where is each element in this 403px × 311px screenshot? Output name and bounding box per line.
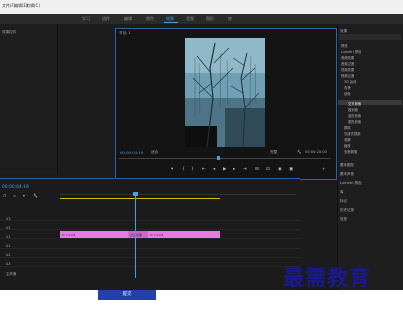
marker-icon[interactable]: ▾ xyxy=(171,167,173,172)
menu-bar: 文件(F) 编辑(E) 剪辑(C) xyxy=(0,0,403,14)
comparison-view-icon[interactable]: ▣ xyxy=(289,167,293,172)
track-a3 xyxy=(0,258,300,267)
track-label-a1[interactable]: A1 xyxy=(6,244,10,248)
track-label-v2[interactable]: V2 xyxy=(6,226,10,230)
active-tab-indicator xyxy=(164,22,178,23)
tree-item-dissolve[interactable]: 溶解 xyxy=(344,137,351,142)
quality-dropdown[interactable]: 完整 xyxy=(270,150,277,155)
video-image xyxy=(185,38,265,147)
time-ruler[interactable] xyxy=(60,188,296,195)
program-monitor-title[interactable]: 节目: 1 xyxy=(119,31,131,36)
program-playhead[interactable] xyxy=(217,156,220,160)
tree-item-circle-iris[interactable]: 圆划像 xyxy=(348,107,358,112)
tab-color[interactable]: 颜色 xyxy=(146,16,154,22)
submit-button[interactable]: 提交 xyxy=(98,290,156,300)
history-panel[interactable]: 历史记录 xyxy=(340,208,354,213)
play-icon[interactable]: ▶ xyxy=(223,167,226,172)
tree-item-video-effects[interactable]: 视频效果 xyxy=(341,67,354,72)
tree-item-immersive-video[interactable]: 沉浸式视频 xyxy=(344,131,360,136)
linked-selection-icon[interactable]: ⊂ xyxy=(13,193,16,198)
track-label-a2[interactable]: A2 xyxy=(6,253,10,257)
export-frame-icon[interactable]: ◉ xyxy=(278,167,282,172)
mark-out-icon[interactable]: } xyxy=(191,167,194,172)
tree-item-iris[interactable]: 划像 xyxy=(344,91,351,96)
tree-item-wipe[interactable]: 擦除 xyxy=(344,125,351,130)
tree-item-lumetri-presets[interactable]: Lumetri 预设 xyxy=(341,49,361,54)
transition-label: 交叉划像 xyxy=(130,233,143,237)
track-v2 xyxy=(0,221,300,230)
wrench-icon-timeline[interactable]: 🔧 xyxy=(33,193,38,198)
timeline-playhead[interactable] xyxy=(135,194,136,278)
program-scrubber[interactable] xyxy=(119,158,331,159)
program-timecode[interactable]: 00:00:04:19 xyxy=(120,150,143,155)
tab-learn[interactable]: 学习 xyxy=(82,16,90,22)
clip-label-right: fx 7.mp4 xyxy=(150,233,164,237)
tree-item-audio-transitions[interactable]: 音频过渡 xyxy=(341,61,354,66)
tree-item-box-iris[interactable]: 盒形划像 xyxy=(348,113,361,118)
essential-graphics-panel[interactable]: 基本图形 xyxy=(340,163,354,168)
timeline-timecode[interactable]: 00:00:04:19 xyxy=(2,185,29,190)
tab-audio[interactable]: 音频 xyxy=(186,16,194,22)
add-button-icon[interactable]: + xyxy=(322,167,326,172)
tree-item-zoom[interactable]: 缩放 xyxy=(344,143,351,148)
clip-label-left: fx 7.mp4 xyxy=(62,233,76,237)
mark-in-icon[interactable]: { xyxy=(182,167,185,172)
lift-icon[interactable]: ⊟ xyxy=(255,167,259,172)
tree-item-audio-effects[interactable]: 音频效果 xyxy=(341,55,354,60)
wrench-icon[interactable]: 🔧 xyxy=(297,150,301,154)
extract-icon[interactable]: ⊡ xyxy=(266,167,270,172)
track-v3 xyxy=(0,212,300,221)
watermark-text: 最需教育 xyxy=(283,265,371,290)
tab-editing[interactable]: 编辑 xyxy=(124,16,132,22)
track-label-v1[interactable]: V1 xyxy=(6,235,10,239)
video-frame xyxy=(185,38,265,147)
tree-item-diamond-iris[interactable]: 菱形划像 xyxy=(348,119,361,124)
effect-controls-panel xyxy=(0,24,58,174)
effect-controls-title[interactable]: 效果控件 xyxy=(2,30,16,35)
track-label-master[interactable]: 主声道 xyxy=(6,271,16,276)
tree-item-page-peel[interactable]: 页面剥落 xyxy=(344,149,357,154)
track-label-v3[interactable]: V3 xyxy=(6,217,10,221)
info-panel[interactable]: 信息 xyxy=(340,217,347,222)
go-to-out-icon[interactable]: ⇥ xyxy=(243,167,247,172)
track-a1 xyxy=(0,240,300,249)
go-to-in-icon[interactable]: ⇤ xyxy=(202,167,206,172)
tree-item-3d-motion[interactable]: 3D 运动 xyxy=(344,79,356,84)
tab-libraries[interactable]: 库 xyxy=(228,16,232,22)
work-area-bar[interactable] xyxy=(60,198,220,199)
essential-sound-panel[interactable]: 基本声音 xyxy=(340,172,354,177)
tree-item-slide[interactable]: 内滑 xyxy=(344,85,351,90)
effects-search-input[interactable] xyxy=(339,34,401,40)
markers-panel[interactable]: 标记 xyxy=(340,199,347,204)
track-a2 xyxy=(0,249,300,258)
track-label-a3[interactable]: A3 xyxy=(6,262,10,266)
tab-assembly[interactable]: 组件 xyxy=(102,16,110,22)
step-forward-icon[interactable]: ▸ xyxy=(233,167,235,172)
tree-item-video-transitions[interactable]: 视频过渡 xyxy=(341,73,354,78)
program-duration: 00:00:20:00 xyxy=(305,150,327,154)
add-marker-icon[interactable]: ▾ xyxy=(23,193,25,198)
fit-dropdown[interactable]: 适合 xyxy=(151,150,158,155)
page-bottom-bar xyxy=(0,290,403,311)
premiere-window: 文件(F) 编辑(E) 剪辑(C) 学习 组件 编辑 颜色 效果 音频 图形 库… xyxy=(0,0,403,311)
menu-clip[interactable]: 剪辑(C) xyxy=(26,3,40,9)
tree-item-cross-iris[interactable]: 交叉划像 xyxy=(348,101,361,106)
tree-item-presets[interactable]: 预设 xyxy=(341,43,348,48)
libraries-panel[interactable]: 库 xyxy=(340,190,344,195)
step-back-icon[interactable]: ◂ xyxy=(213,167,215,172)
snap-icon[interactable]: ⊓ xyxy=(3,193,6,198)
lumetri-color-panel[interactable]: Lumetri 颜色 xyxy=(340,181,362,186)
tab-graphics[interactable]: 图形 xyxy=(206,16,214,22)
